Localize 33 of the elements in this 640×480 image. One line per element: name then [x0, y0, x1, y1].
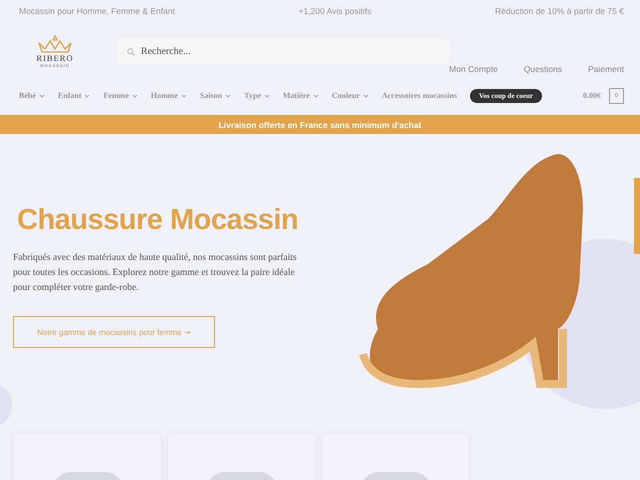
chevron-icon: [312, 94, 319, 98]
header-link[interactable]: Mon Compte: [449, 64, 498, 74]
side-tab[interactable]: [634, 178, 640, 254]
chevron-icon: [132, 94, 138, 98]
menu-item[interactable]: Type: [244, 91, 270, 100]
logo-text: RIBERO: [36, 52, 74, 62]
menu-item[interactable]: Enfant: [58, 91, 90, 100]
menu-item[interactable]: Bébé: [19, 91, 45, 100]
header-link[interactable]: Paiement: [588, 64, 624, 74]
chevron-icon: [38, 94, 45, 98]
chevron-icon: [362, 94, 369, 98]
shop-button[interactable]: Notre gamme de mocassins pour femme ➞: [13, 316, 215, 348]
menu-item[interactable]: Saison: [200, 91, 232, 100]
chevron-icon: [264, 94, 270, 98]
top-bar-text: Réduction de 10% à partir de 75 €: [494, 6, 624, 16]
hero-title: Chaussure Mocassin: [17, 204, 298, 237]
crown-icon: [36, 34, 73, 52]
chevron-icon: [84, 94, 90, 98]
header-link[interactable]: Questions: [524, 64, 562, 74]
menu-item[interactable]: Accessoires mocassins: [382, 91, 458, 100]
cart-total[interactable]: 0.00€: [583, 91, 601, 100]
menu-item[interactable]: Homme: [150, 91, 187, 100]
top-bar-text: Mocassin pour Homme, Femme & Enfant: [19, 6, 175, 16]
menu-item[interactable]: Matière: [282, 91, 319, 100]
hero-text: Fabriqués avec des matériaux de haute qualité, nos mocassins sont parfaits pour toutes les occasions. Explorez notre gamme et trouvez la paire idéale pour compléter votre garde-robe.: [13, 252, 298, 295]
menu-item[interactable]: Femme: [103, 91, 138, 100]
menu-item[interactable]: Couleur: [332, 91, 369, 100]
shipping-banner: Livraison offerte en France sans minimum d'achat: [0, 115, 640, 134]
chevron-icon: [225, 94, 232, 98]
chevron-icon: [180, 94, 187, 98]
top-bar-text: +1,200 Avis positifs: [298, 6, 372, 16]
search-field[interactable]: Recherche...: [116, 38, 450, 64]
search-icon: [126, 48, 135, 56]
